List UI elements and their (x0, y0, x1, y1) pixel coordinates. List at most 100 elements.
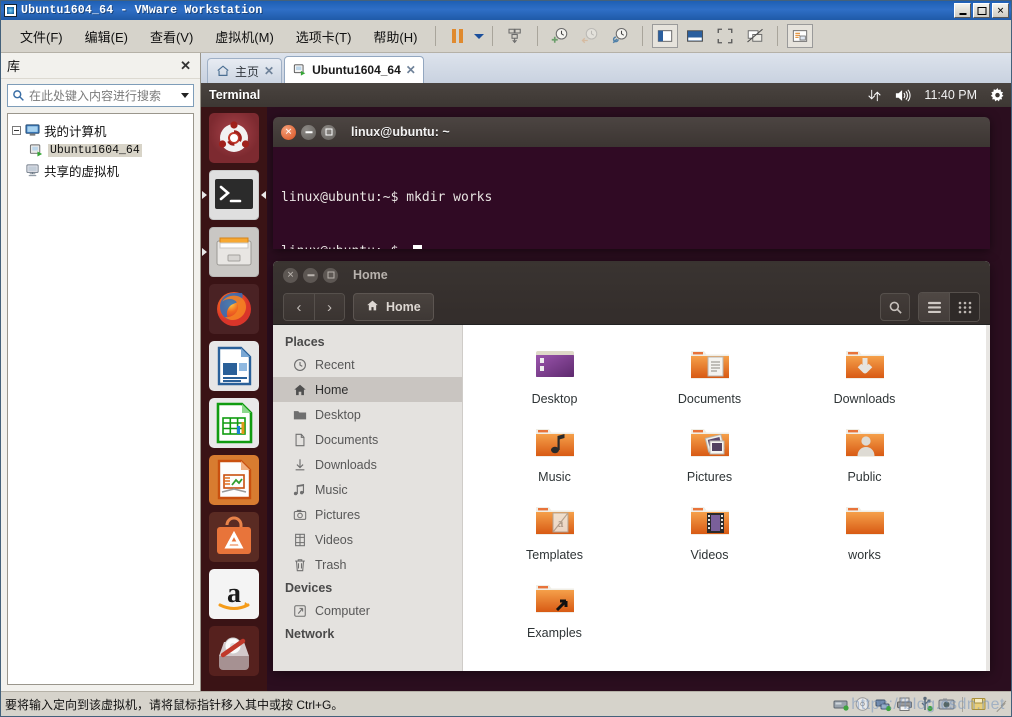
camera-icon[interactable] (938, 696, 955, 712)
fullscreen-icon[interactable] (712, 24, 738, 48)
vm-guest-screen[interactable]: Terminal 11:40 PM a ✕ linux@ubuntu: ~ li… (201, 83, 1011, 691)
dropdown-caret-icon[interactable] (473, 24, 485, 48)
network-icon[interactable] (867, 83, 882, 107)
files-icon-grid[interactable]: Desktop Documents Downloads Music Pictur… (463, 325, 990, 671)
network-adapter-icon[interactable] (875, 696, 892, 712)
breadcrumb-home[interactable]: Home (353, 293, 434, 321)
grid-view-icon[interactable] (949, 293, 979, 321)
file-item-documents[interactable]: Documents (632, 341, 787, 419)
launcher-amazon[interactable]: a (209, 569, 259, 619)
terminal-output[interactable]: linux@ubuntu:~$ mkdir works linux@ubuntu… (273, 147, 990, 249)
menu-edit[interactable]: 编辑(E) (74, 23, 139, 50)
launcher-firefox[interactable] (209, 284, 259, 334)
launcher-libreoffice-calc[interactable] (209, 398, 259, 448)
floppy-icon[interactable] (970, 696, 987, 712)
files-minimize-button[interactable] (303, 267, 318, 283)
printer-icon[interactable] (896, 696, 913, 712)
file-item-desktop[interactable]: Desktop (477, 341, 632, 419)
unity-mode-icon[interactable] (742, 24, 768, 48)
search-icon (12, 89, 25, 102)
folder-templates-icon: a (531, 497, 579, 545)
launcher-libreoffice-writer[interactable] (209, 341, 259, 391)
launcher-ubuntu-dash[interactable] (209, 113, 259, 163)
tree-vm-ubuntu1604-64[interactable]: Ubuntu1604_64 (12, 140, 189, 160)
cd-dvd-icon[interactable] (854, 696, 871, 712)
file-item-downloads-label: Downloads (833, 392, 896, 406)
tree-my-computer[interactable]: 我的计算机 (12, 120, 189, 140)
places-pictures[interactable]: Pictures (273, 502, 462, 527)
send-ctrl-alt-del-icon[interactable] (502, 24, 528, 48)
menu-file[interactable]: 文件(F) (9, 23, 74, 50)
places-desktop[interactable]: Desktop (273, 402, 462, 427)
volume-icon[interactable] (895, 83, 911, 107)
file-item-pictures[interactable]: Pictures (632, 419, 787, 497)
pause-icon[interactable] (445, 24, 471, 48)
hard-disk-icon[interactable] (833, 696, 850, 712)
tree-vm-label: Ubuntu1604_64 (48, 143, 142, 157)
places-recent[interactable]: Recent (273, 352, 462, 377)
menu-view[interactable]: 查看(V) (139, 23, 204, 50)
tree-shared-vms[interactable]: 共享的虚拟机 (12, 160, 189, 180)
snapshot-manager-icon[interactable] (607, 24, 633, 48)
menu-vm[interactable]: 虚拟机(M) (204, 23, 285, 50)
tab-ubuntu1604-64-close-button[interactable]: ✕ (406, 63, 416, 77)
file-item-music[interactable]: Music (477, 419, 632, 497)
terminal-maximize-button[interactable] (321, 124, 336, 140)
show-thumbnail-bar-icon[interactable] (682, 24, 708, 48)
files-scrollbar[interactable] (986, 325, 990, 671)
tree-expander-icon[interactable] (12, 125, 21, 135)
file-item-examples[interactable]: Examples (477, 575, 632, 653)
window-minimize-button[interactable] (954, 3, 971, 18)
tab-home-close-button[interactable]: ✕ (264, 64, 274, 78)
devices-computer[interactable]: Computer (273, 598, 462, 623)
places-documents-label: Documents (315, 432, 379, 447)
snapshot-take-icon[interactable] (547, 24, 573, 48)
library-search-box[interactable]: 在此处键入内容进行搜索 (7, 84, 194, 107)
forward-button[interactable]: › (314, 294, 344, 320)
terminal-close-button[interactable]: ✕ (281, 124, 296, 140)
terminal-window[interactable]: ✕ linux@ubuntu: ~ linux@ubuntu:~$ mkdir … (273, 117, 990, 249)
places-downloads[interactable]: Downloads (273, 452, 462, 477)
file-item-public[interactable]: Public (787, 419, 942, 497)
file-item-downloads[interactable]: Downloads (787, 341, 942, 419)
window-close-button[interactable]: ✕ (992, 3, 1009, 18)
file-item-works[interactable]: works (787, 497, 942, 575)
resize-grip[interactable] (993, 697, 1007, 711)
places-home[interactable]: Home (273, 377, 462, 402)
tab-home[interactable]: 主页 ✕ (207, 58, 283, 83)
console-view-icon[interactable] (787, 24, 814, 48)
snapshot-revert-icon[interactable] (577, 24, 603, 48)
chevron-down-icon[interactable] (181, 93, 189, 98)
panel-clock[interactable]: 11:40 PM (924, 88, 977, 102)
launcher-terminal[interactable] (202, 170, 266, 220)
unity-top-panel: Terminal 11:40 PM (201, 83, 1011, 107)
launcher-system-settings[interactable] (209, 626, 259, 676)
file-item-templates[interactable]: a Templates (477, 497, 632, 575)
menu-tabs[interactable]: 选项卡(T) (285, 23, 363, 50)
back-button[interactable]: ‹ (284, 294, 314, 320)
window-maximize-button[interactable] (973, 3, 990, 18)
library-search-input[interactable]: 在此处键入内容进行搜索 (29, 87, 177, 104)
menu-help[interactable]: 帮助(H) (362, 23, 428, 50)
file-item-pictures-label: Pictures (686, 470, 733, 484)
places-documents[interactable]: Documents (273, 427, 462, 452)
places-trash[interactable]: Trash (273, 552, 462, 577)
files-close-button[interactable]: ✕ (283, 267, 298, 283)
library-close-button[interactable]: ✕ (177, 58, 194, 74)
show-library-icon[interactable] (652, 24, 679, 48)
search-icon[interactable] (880, 293, 910, 321)
launcher-files[interactable] (202, 227, 259, 277)
files-window[interactable]: ✕ Home ‹ › Home Places Recent Home Deskt… (273, 261, 990, 671)
places-music[interactable]: Music (273, 477, 462, 502)
file-item-videos[interactable]: Videos (632, 497, 787, 575)
terminal-minimize-button[interactable] (301, 124, 316, 140)
files-maximize-button[interactable] (323, 267, 338, 283)
gear-icon[interactable] (990, 83, 1005, 107)
list-view-icon[interactable] (919, 293, 949, 321)
tab-ubuntu1604-64[interactable]: Ubuntu1604_64 ✕ (284, 56, 424, 83)
usb-icon[interactable] (917, 696, 934, 712)
devices-computer-label: Computer (315, 603, 370, 618)
launcher-ubuntu-software[interactable] (209, 512, 259, 562)
places-videos[interactable]: Videos (273, 527, 462, 552)
launcher-libreoffice-impress[interactable] (209, 455, 259, 505)
